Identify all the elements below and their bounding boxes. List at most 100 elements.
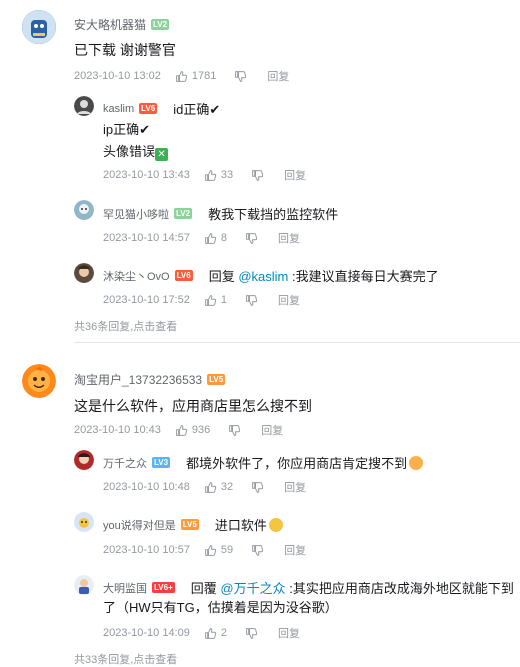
reply-button[interactable]: 回复	[284, 542, 306, 558]
timestamp: 2023-10-10 17:52	[103, 294, 190, 306]
reply-button[interactable]: 回复	[261, 422, 283, 438]
reply-button[interactable]: 回复	[284, 167, 306, 183]
like-count: 8	[220, 232, 227, 244]
reply-content: 教我下载挡的监控软件	[208, 207, 339, 222]
timestamp: 2023-10-10 10:48	[103, 481, 190, 493]
thumbs-up-icon	[204, 294, 217, 307]
emoji-icon	[409, 456, 424, 470]
more-replies-count: 共36条回复,	[74, 321, 134, 333]
dislike-button[interactable]	[245, 294, 258, 307]
thumbs-up-icon	[204, 232, 217, 245]
more-replies: 共33条回复,点击查看	[74, 651, 177, 667]
username[interactable]: 淘宝用户_13732236533	[74, 371, 202, 388]
thumbs-up-icon	[204, 481, 217, 494]
reply-content-line1: id正确✔	[173, 102, 221, 117]
timestamp: 2023-10-10 10:43	[74, 424, 161, 436]
username[interactable]: you说得对但是	[103, 517, 176, 533]
more-replies-count: 共33条回复,	[74, 654, 134, 666]
timestamp: 2023-10-10 13:43	[103, 169, 190, 181]
level-badge: LV6	[139, 103, 158, 114]
like-button[interactable]: 1781	[175, 70, 216, 83]
thumbs-up-icon	[204, 544, 217, 557]
thumbs-down-icon	[251, 169, 264, 182]
like-button[interactable]: 59	[204, 544, 233, 557]
thumbs-down-icon	[245, 232, 258, 245]
avatar[interactable]	[74, 575, 94, 595]
thumbs-up-icon	[175, 424, 188, 437]
username[interactable]: 大明监国	[103, 580, 147, 596]
timestamp: 2023-10-10 14:09	[103, 627, 190, 639]
thumbs-down-icon	[234, 70, 247, 83]
reply-content: 进口软件	[214, 518, 267, 533]
reply-content-line2: ip正确✔	[103, 122, 151, 137]
like-button[interactable]: 936	[175, 424, 210, 437]
thumbs-up-icon	[204, 169, 217, 182]
username[interactable]: 安大略机器猫	[74, 16, 146, 33]
username[interactable]: kaslim	[103, 103, 134, 115]
avatar[interactable]	[74, 200, 94, 220]
avatar[interactable]	[74, 450, 94, 470]
dislike-button[interactable]	[228, 424, 241, 437]
like-count: 59	[220, 544, 234, 556]
avatar[interactable]	[22, 10, 56, 44]
timestamp: 2023-10-10 10:57	[103, 544, 190, 556]
divider	[74, 342, 520, 343]
mention-link[interactable]: @万千之众	[220, 581, 285, 596]
thumbs-up-icon	[204, 627, 217, 640]
timestamp: 2023-10-10 14:57	[103, 232, 190, 244]
emoji-icon	[268, 518, 283, 532]
level-badge: LV5	[207, 374, 226, 385]
reply-content: :其实把应用商店改成海外地区就能下到	[285, 581, 514, 596]
dislike-button[interactable]	[251, 481, 264, 494]
mention-link[interactable]: @kaslim	[238, 269, 288, 284]
username[interactable]: 罕见猫小哆啦	[103, 206, 169, 222]
reply-prefix: 回复	[208, 269, 235, 284]
like-count: 2	[220, 627, 227, 639]
reply-content-line3: 头像错误	[103, 144, 156, 159]
reply-button[interactable]: 回复	[267, 68, 289, 84]
level-badge: LV5	[180, 519, 199, 530]
reply-button[interactable]: 回复	[278, 230, 300, 246]
comment-content: 已下载 谢谢警官	[74, 42, 176, 58]
like-count: 32	[220, 481, 234, 493]
like-button[interactable]: 1	[204, 294, 227, 307]
like-button[interactable]: 8	[204, 232, 227, 245]
level-badge: LV6+	[152, 582, 175, 593]
reply-button[interactable]: 回复	[284, 479, 306, 495]
dislike-button[interactable]	[245, 232, 258, 245]
level-badge: LV2	[174, 208, 193, 219]
like-button[interactable]: 33	[204, 169, 233, 182]
dislike-button[interactable]	[234, 70, 247, 83]
timestamp: 2023-10-10 13:02	[74, 70, 161, 82]
thumbs-down-icon	[251, 544, 264, 557]
dislike-button[interactable]	[251, 544, 264, 557]
like-button[interactable]: 2	[204, 627, 227, 640]
thumbs-down-icon	[245, 627, 258, 640]
like-count: 1	[220, 294, 227, 306]
dislike-button[interactable]	[251, 169, 264, 182]
cross-mark-icon: ✕	[155, 148, 169, 161]
level-badge: LV2	[151, 19, 170, 30]
view-more-link[interactable]: 点击查看	[133, 654, 177, 666]
dislike-button[interactable]	[245, 627, 258, 640]
reply-button[interactable]: 回复	[278, 625, 300, 641]
level-badge: LV3	[152, 457, 171, 468]
reply-content: 都境外软件了，你应用商店肯定搜不到	[186, 456, 408, 471]
level-badge: LV6	[174, 270, 193, 281]
like-count: 33	[220, 169, 234, 181]
avatar[interactable]	[74, 263, 94, 283]
like-count: 1781	[191, 70, 217, 82]
avatar[interactable]	[74, 96, 94, 116]
avatar[interactable]	[74, 512, 94, 532]
thumbs-up-icon	[175, 70, 188, 83]
thumbs-down-icon	[245, 294, 258, 307]
view-more-link[interactable]: 点击查看	[133, 321, 177, 333]
reply-content: :我建议直接每日大赛完了	[288, 269, 439, 284]
avatar[interactable]	[22, 364, 56, 398]
like-button[interactable]: 32	[204, 481, 233, 494]
username[interactable]: 沐染尘丶OvO	[103, 268, 170, 284]
thumbs-down-icon	[228, 424, 241, 437]
reply-button[interactable]: 回复	[278, 292, 300, 308]
username[interactable]: 万千之众	[103, 455, 147, 471]
comment-content: 这是什么软件，应用商店里怎么搜不到	[74, 398, 312, 414]
